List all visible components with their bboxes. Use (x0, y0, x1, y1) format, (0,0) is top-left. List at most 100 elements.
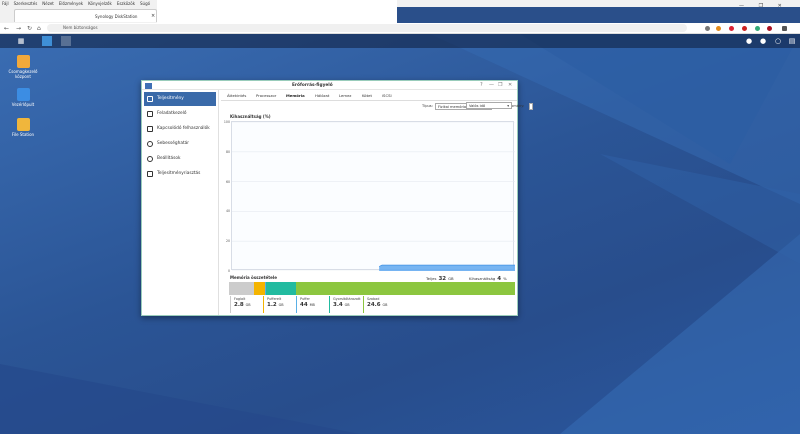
sidebar-item-settings[interactable]: Beállítások (144, 152, 216, 166)
legend-item: Gyorsítótárazott 3.4 GB (329, 296, 361, 313)
desktop-icon-label: Vezérlőpult (11, 102, 35, 107)
tab-processor[interactable]: Processzor (256, 93, 276, 98)
extension-icon[interactable] (729, 26, 734, 31)
sidebar-item-label: Teljesítményriasztás (157, 171, 201, 176)
desktop-icon-package-center[interactable]: Csomagkezelő központ (3, 55, 43, 79)
sidebar-item-performance[interactable]: Teljesítmény (144, 92, 216, 106)
desktop-icon-label: File Station (11, 132, 35, 137)
legend-unit: GB (382, 303, 388, 307)
memory-usage-chart: 0 20 40 60 80 100 (224, 120, 515, 273)
sidebar-item-performance-alarm[interactable]: Teljesítményriasztás (144, 167, 216, 181)
sidebar-item-label: Kapcsolódó felhasználók (157, 126, 210, 131)
browser-menu-bar: Fájl Szerkesztés Nézet Előzmények Könyvjelző… (0, 0, 800, 7)
widgets-icon[interactable]: ▤ (787, 36, 797, 46)
package-center-icon (16, 55, 30, 68)
sidebar-item-speed-limit[interactable]: Sebességhatár (144, 137, 216, 151)
menu-file[interactable]: Fájl (2, 1, 9, 6)
alarm-icon (147, 171, 153, 177)
sidebar-item-connected-users[interactable]: Kapcsolódó felhasználók (144, 122, 216, 136)
minimize-icon[interactable]: — (739, 3, 744, 9)
folder-icon (16, 118, 30, 131)
desktop-icon-label: Csomagkezelő központ (8, 69, 38, 79)
memory-segment (295, 282, 516, 295)
extension-icon[interactable] (755, 26, 760, 31)
menu-tools[interactable]: Eszközök (117, 1, 135, 6)
tab-overview[interactable]: Áttekintés (227, 93, 246, 98)
resource-monitor-icon (145, 82, 152, 89)
resource-monitor-window: Erőforrás-figyelő ? — ❐ ✕ Teljesítmény F… (141, 80, 533, 316)
sidebar-item-label: Teljesítmény (157, 96, 184, 101)
browser-tab[interactable]: Synology DiskStation × (14, 9, 157, 22)
legend-value: 24.6 GB (367, 302, 388, 308)
main-content: Áttekintés Processzor Memória Hálózat Le… (221, 90, 533, 315)
time-range-select-anchor (529, 103, 533, 110)
sidebar-item-label: Sebességhatár (157, 141, 190, 146)
legend-value: 44 MB (300, 302, 315, 308)
menu-bookmarks[interactable]: Könyvjelzők (88, 1, 112, 6)
y-tick-label: 40 (225, 209, 230, 214)
menu-help[interactable]: Súgó (140, 1, 150, 6)
menu-history[interactable]: Előzmények (59, 1, 83, 6)
y-tick-label: 100 (223, 120, 230, 124)
tab-network[interactable]: Hálózat (315, 93, 329, 98)
sidebar-item-task-manager[interactable]: Feladatkezelő (144, 107, 216, 121)
browser-nav-bar: ← → ↻ ⌂ Nem biztonságos (0, 23, 800, 34)
dsm-taskbar: ▦ ● ● ○ ▤ (0, 34, 800, 48)
tab-volume[interactable]: Kötet (362, 93, 372, 98)
close-icon[interactable]: ✕ (778, 3, 782, 9)
tab-title: Synology DiskStation (95, 14, 138, 19)
legend-unit: GB (344, 303, 350, 307)
y-tick-label: 80 (225, 149, 230, 154)
forward-icon[interactable]: → (16, 25, 21, 32)
url-bar[interactable]: Nem biztonságos (47, 24, 687, 32)
y-tick-label: 0 (227, 269, 230, 273)
search-icon[interactable]: ○ (773, 36, 783, 46)
tab-memory[interactable]: Memória (286, 93, 305, 98)
resource-monitor-taskbar-icon[interactable] (61, 36, 71, 46)
notifications-icon[interactable]: ● (744, 36, 754, 46)
extension-icon[interactable] (716, 26, 721, 31)
y-tick-label: 60 (225, 179, 230, 184)
desktop-icon-file-station[interactable]: File Station (3, 118, 43, 137)
users-icon (147, 126, 153, 132)
help-icon[interactable]: ? (480, 82, 483, 88)
usage-unit: % (503, 276, 507, 281)
usage-label: Kihasználtság (469, 276, 496, 281)
view-type-label: Típus: (422, 104, 433, 108)
time-range-select[interactable]: Valós idő ▾ (466, 102, 512, 109)
chart-icon (147, 96, 153, 102)
total-unit: GB (448, 276, 454, 281)
total-label: Teljes (426, 276, 437, 281)
minimize-icon[interactable]: — (489, 82, 494, 88)
reload-icon[interactable]: ↻ (27, 25, 32, 32)
list-icon (147, 111, 153, 117)
menu-view[interactable]: Nézet (42, 1, 54, 6)
desktop-icon-control-panel[interactable]: Vezérlőpult (3, 88, 43, 107)
extension-icon[interactable] (767, 26, 772, 31)
tab-iscsi[interactable]: iSCSI (382, 93, 392, 98)
chart-title: Kihasználtság (%) (230, 114, 271, 119)
tab-close-icon[interactable]: × (151, 13, 155, 19)
legend-value: 2.8 GB (234, 302, 251, 308)
extension-icon[interactable] (705, 26, 710, 31)
legend-item: Szabad 24.6 GB (363, 296, 387, 313)
app-launcher-icon[interactable] (42, 36, 52, 46)
browser-window-controls: — ❐ ✕ (726, 3, 782, 9)
menu-edit[interactable]: Szerkesztés (14, 1, 38, 6)
home-icon[interactable]: ⌂ (37, 25, 41, 32)
maximize-icon[interactable]: ❐ (759, 3, 763, 9)
chevron-down-icon: ▾ (507, 104, 509, 108)
maximize-icon[interactable]: ❐ (498, 82, 502, 88)
main-menu-icon[interactable]: ▦ (16, 36, 26, 46)
shield-icon[interactable] (742, 26, 747, 31)
tab-disk[interactable]: Lemez (339, 93, 351, 98)
close-icon[interactable]: ✕ (508, 82, 512, 88)
memory-composition-bar (229, 282, 516, 295)
gear-icon (147, 156, 153, 162)
legend-unit: GB (245, 303, 251, 307)
legend-item: Pufferelt 1.2 GB (263, 296, 284, 313)
window-title-bar[interactable]: Erőforrás-figyelő ? — ❐ ✕ (142, 81, 517, 90)
menu-icon[interactable] (782, 26, 787, 31)
back-icon[interactable]: ← (4, 25, 9, 32)
user-icon[interactable]: ● (758, 36, 768, 46)
